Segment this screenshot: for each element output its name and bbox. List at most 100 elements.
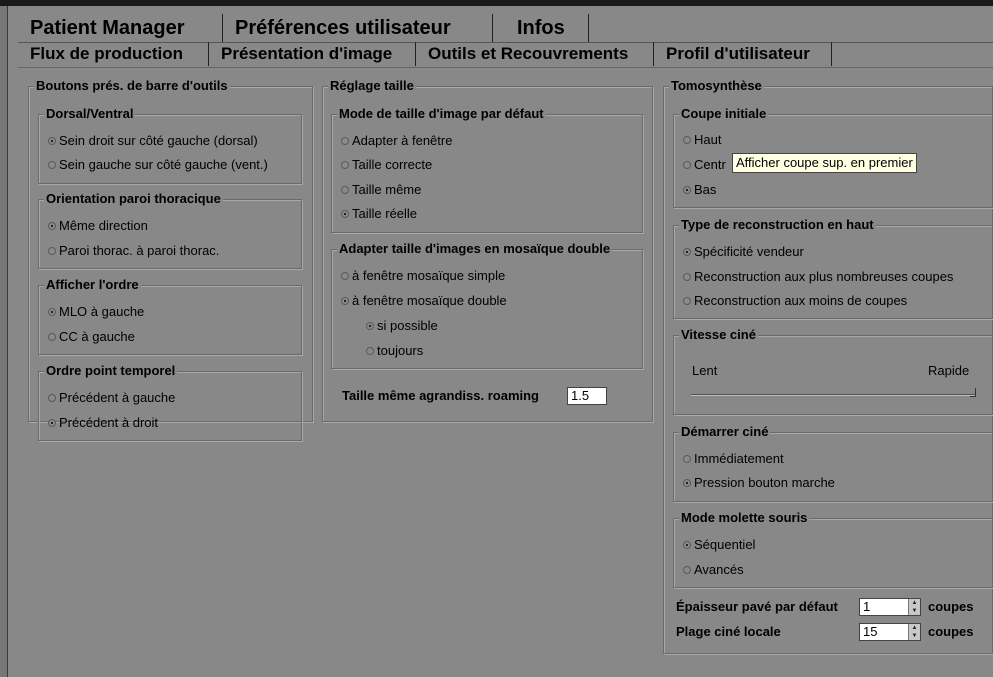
mode-taille-title: Mode de taille d'image par défaut <box>337 106 546 122</box>
radio-taille-meme[interactable]: Taille même <box>341 181 421 199</box>
radio-icon <box>683 566 691 574</box>
radio-label: Spécificité vendeur <box>694 244 804 259</box>
radio-icon <box>683 161 691 169</box>
tooltip: Afficher coupe sup. en premier <box>732 153 917 173</box>
radio-taille-correcte[interactable]: Taille correcte <box>341 156 432 174</box>
dorsal-ventral-title: Dorsal/Ventral <box>44 106 136 122</box>
mosaique-title: Adapter taille d'images en mosaïque doub… <box>337 241 613 257</box>
radio-icon <box>48 161 56 169</box>
radio-label: Taille correcte <box>352 157 433 172</box>
radio-label: Paroi thorac. à paroi thorac. <box>59 243 220 258</box>
epaisseur-label: Épaisseur pavé par défaut <box>676 599 838 614</box>
radio-cc-gauche[interactable]: CC à gauche <box>48 328 135 346</box>
radio-label: Avancés <box>694 562 744 577</box>
radio-sein-droit-dorsal[interactable]: Sein droit sur côté gauche (dorsal) <box>48 132 258 150</box>
radio-label: si possible <box>377 318 438 333</box>
radio-specificite-vendeur[interactable]: Spécificité vendeur <box>683 243 804 261</box>
tab-flux-de-production[interactable]: Flux de production <box>18 42 209 66</box>
vitesse-slider-track[interactable] <box>691 394 976 396</box>
radio-avances[interactable]: Avancés <box>683 561 744 579</box>
radio-label: Précédent à gauche <box>59 390 176 405</box>
radio-icon <box>683 273 691 281</box>
radio-label: Même direction <box>59 218 148 233</box>
radio-precedent-droit[interactable]: Précédent à droit <box>48 414 158 432</box>
radio-selected-icon <box>341 210 349 218</box>
radio-icon <box>366 347 374 355</box>
radio-adapter-fenetre[interactable]: Adapter à fenêtre <box>341 132 452 150</box>
epaisseur-spinbox[interactable]: 1 ▲ ▼ <box>859 598 921 616</box>
radio-icon <box>683 136 691 144</box>
radio-pression-bouton[interactable]: Pression bouton marche <box>683 474 835 492</box>
radio-label: Sein gauche sur côté gauche (vent.) <box>59 157 268 172</box>
roaming-label: Taille même agrandiss. roaming <box>342 388 539 403</box>
radio-mlo-gauche[interactable]: MLO à gauche <box>48 303 144 321</box>
radio-mosaique-double[interactable]: à fenêtre mosaïque double <box>341 292 507 310</box>
window-left-edge <box>0 6 8 677</box>
radio-label: Reconstruction aux moins de coupes <box>694 293 908 308</box>
radio-label: Bas <box>694 182 717 197</box>
tab-outils-recouvrements[interactable]: Outils et Recouvrements <box>416 42 654 66</box>
radio-label: MLO à gauche <box>59 304 145 319</box>
tab-infos[interactable]: Infos <box>493 14 589 42</box>
radio-label: Taille même <box>352 182 422 197</box>
radio-icon <box>683 297 691 305</box>
radio-mosaique-simple[interactable]: à fenêtre mosaïque simple <box>341 267 505 285</box>
radio-taille-reelle[interactable]: Taille réelle <box>341 205 417 223</box>
spin-arrows-icon[interactable]: ▲ ▼ <box>908 624 920 640</box>
tab-presentation-image[interactable]: Présentation d'image <box>209 42 416 66</box>
epaisseur-value: 1 <box>863 599 871 614</box>
reglage-taille-title: Réglage taille <box>328 78 416 94</box>
radio-label: Sein droit sur côté gauche (dorsal) <box>59 133 258 148</box>
radio-label: Haut <box>694 132 722 147</box>
radio-toujours[interactable]: toujours <box>366 342 423 360</box>
radio-label: Adapter à fenêtre <box>352 133 453 148</box>
radio-label: à fenêtre mosaïque double <box>352 293 507 308</box>
radio-paroi-thorac[interactable]: Paroi thorac. à paroi thorac. <box>48 242 219 260</box>
radio-icon <box>341 161 349 169</box>
plage-label: Plage ciné locale <box>676 624 781 639</box>
radio-icon <box>341 186 349 194</box>
epaisseur-unit: coupes <box>928 599 974 614</box>
radio-precedent-gauche[interactable]: Précédent à gauche <box>48 389 175 407</box>
orientation-title: Orientation paroi thoracique <box>44 191 223 207</box>
radio-label: à fenêtre mosaïque simple <box>352 268 506 283</box>
tab-profil-utilisateur[interactable]: Profil d'utilisateur <box>654 42 832 66</box>
radio-label: toujours <box>377 343 424 358</box>
subtab-bar-separator <box>18 67 993 68</box>
spin-arrows-icon[interactable]: ▲ ▼ <box>908 599 920 615</box>
radio-icon <box>683 455 691 463</box>
slider-min-label: Lent <box>692 363 718 378</box>
tab-patient-manager[interactable]: Patient Manager <box>18 14 223 42</box>
ordre-temporel-title: Ordre point temporel <box>44 363 178 379</box>
radio-selected-icon <box>48 222 56 230</box>
radio-label: Pression bouton marche <box>694 475 835 490</box>
radio-label: Taille réelle <box>352 206 418 221</box>
radio-bas[interactable]: Bas <box>683 181 716 199</box>
radio-meme-direction[interactable]: Même direction <box>48 217 148 235</box>
vitesse-slider-handle[interactable] <box>970 388 976 397</box>
radio-label: Reconstruction aux plus nombreuses coupe… <box>694 269 954 284</box>
radio-haut[interactable]: Haut <box>683 131 721 149</box>
radio-selected-icon <box>48 419 56 427</box>
tab-preferences-utilisateur[interactable]: Préférences utilisateur <box>223 14 493 42</box>
radio-sequentiel[interactable]: Séquentiel <box>683 536 755 554</box>
radio-si-possible[interactable]: si possible <box>366 317 438 335</box>
vitesse-cine-title: Vitesse ciné <box>679 327 758 343</box>
plage-spinbox[interactable]: 15 ▲ ▼ <box>859 623 921 641</box>
roaming-input[interactable]: 1.5 <box>567 387 607 405</box>
afficher-ordre-title: Afficher l'ordre <box>44 277 141 293</box>
radio-plus-nombreuses[interactable]: Reconstruction aux plus nombreuses coupe… <box>683 268 953 286</box>
radio-selected-icon <box>366 322 374 330</box>
window-top-strip <box>0 0 993 6</box>
tomosynthese-title: Tomosynthèse <box>669 78 764 94</box>
radio-centre[interactable]: Centr <box>683 156 726 174</box>
radio-icon <box>48 333 56 341</box>
radio-label: Immédiatement <box>694 451 784 466</box>
radio-label: Précédent à droit <box>59 415 159 430</box>
coupe-initiale-title: Coupe initiale <box>679 106 769 122</box>
radio-immediatement[interactable]: Immédiatement <box>683 450 784 468</box>
radio-icon <box>48 247 56 255</box>
radio-selected-icon <box>48 308 56 316</box>
radio-moins-coupes[interactable]: Reconstruction aux moins de coupes <box>683 292 907 310</box>
radio-sein-gauche-ventral[interactable]: Sein gauche sur côté gauche (vent.) <box>48 156 268 174</box>
